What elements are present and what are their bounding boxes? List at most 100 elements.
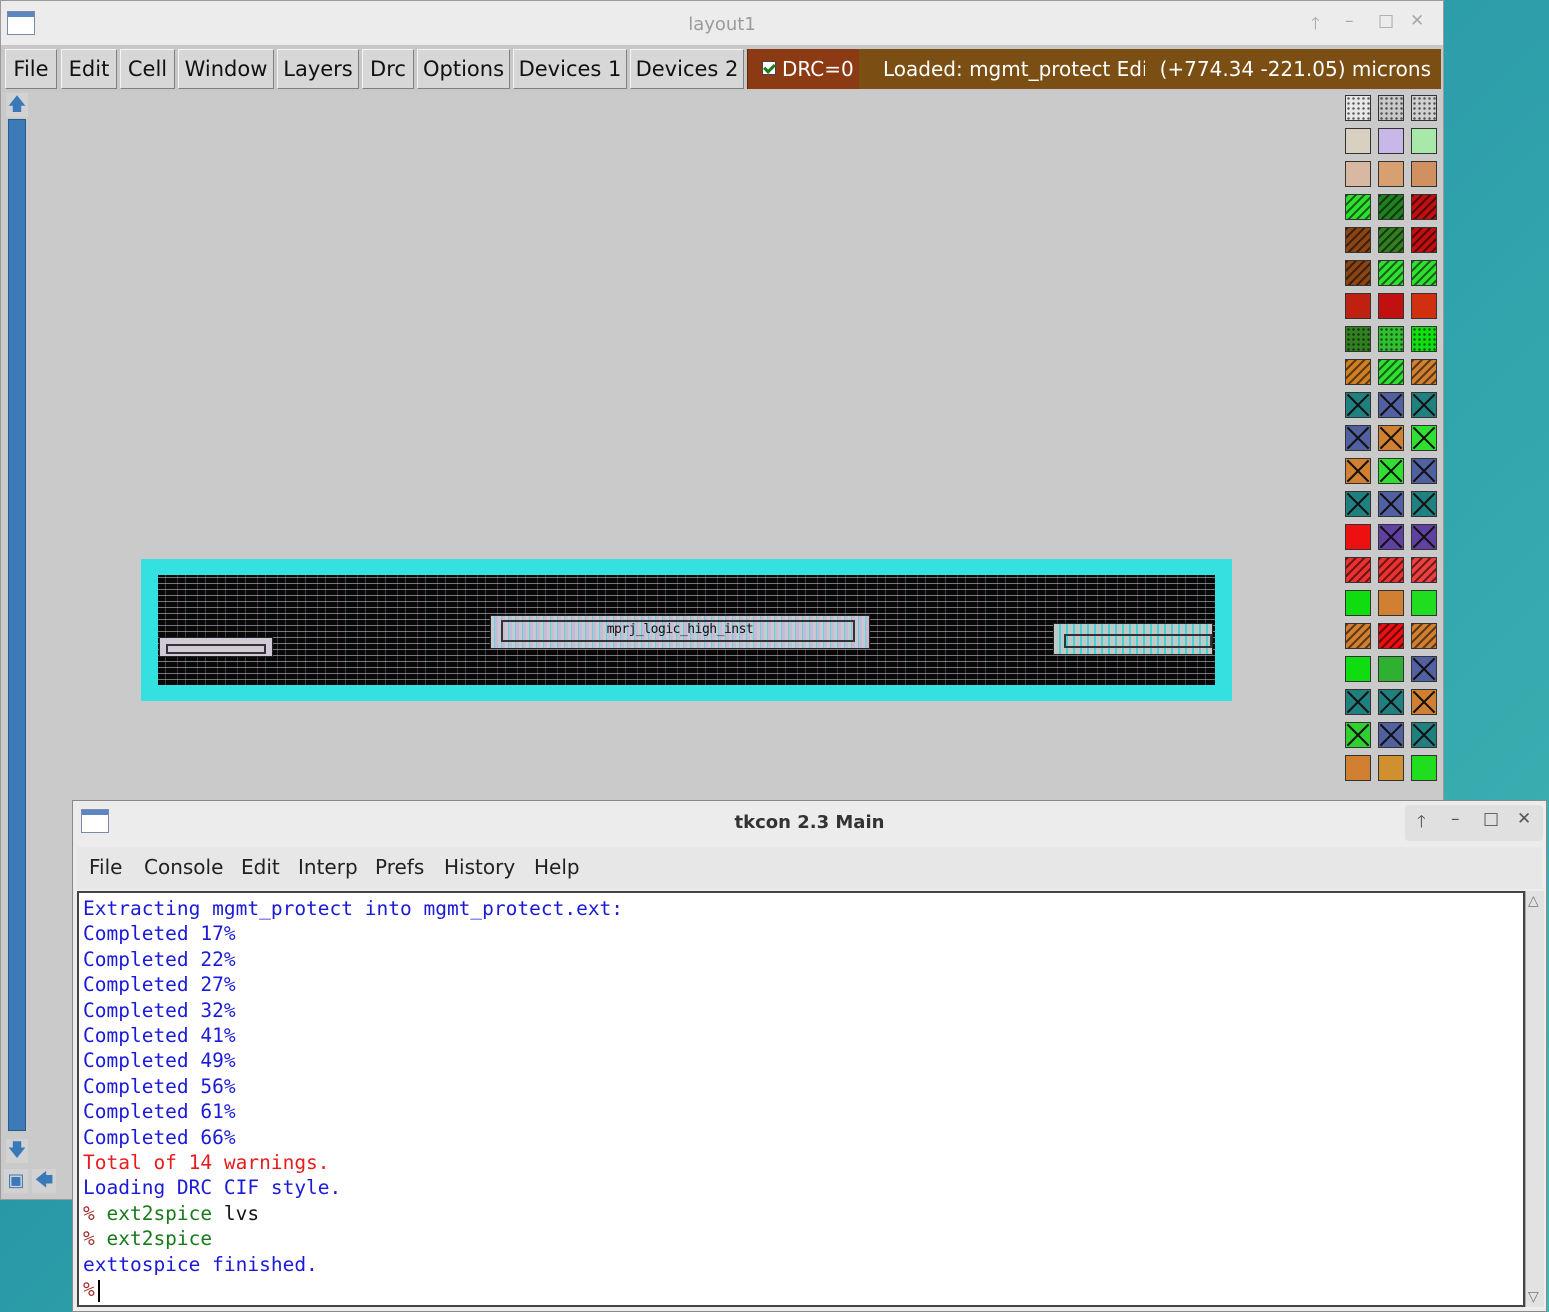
layer-swatch[interactable] [1345,161,1371,187]
layer-swatch[interactable] [1378,359,1404,385]
layer-swatch[interactable] [1345,194,1371,220]
maximize-icon[interactable]: □ [1378,11,1394,31]
layer-swatch[interactable] [1411,491,1437,517]
layer-swatch[interactable] [1411,557,1437,583]
layer-swatch[interactable] [1378,227,1404,253]
layer-swatch[interactable] [1411,689,1437,715]
drc-checkbox-icon[interactable] [762,61,776,75]
layer-swatch[interactable] [1411,293,1437,319]
layer-swatch[interactable] [1345,755,1371,781]
menu-file[interactable]: File [5,49,57,89]
layer-swatch[interactable] [1378,161,1404,187]
scrollbar-thumb[interactable] [8,119,26,1131]
scroll-left-arrow-icon[interactable]: 🡄 [32,1169,56,1193]
tkcon-keep-above-icon[interactable]: 🡑 [1417,809,1426,838]
layer-swatch[interactable] [1345,656,1371,682]
tkcon-window-title[interactable]: tkcon 2.3 Main [73,801,1546,845]
layer-swatch[interactable] [1345,260,1371,286]
tk-menu-console[interactable]: Console [144,855,223,879]
vertical-scrollbar[interactable]: 🡅 🡇 [6,93,28,1169]
tkcon-close-icon[interactable]: ✕ [1517,809,1531,829]
layer-swatch[interactable] [1345,128,1371,154]
layer-swatch[interactable] [1411,260,1437,286]
minimize-icon[interactable]: – [1345,11,1354,31]
layer-swatch[interactable] [1411,392,1437,418]
layer-swatch[interactable] [1378,623,1404,649]
layer-swatch[interactable] [1411,128,1437,154]
tkcon-maximize-icon[interactable]: □ [1483,809,1499,829]
tk-menu-file[interactable]: File [89,855,122,879]
console-scrollbar[interactable]: △ ▽ [1525,891,1544,1307]
layer-swatch[interactable] [1411,656,1437,682]
layer-swatch[interactable] [1378,689,1404,715]
layer-swatch[interactable] [1378,260,1404,286]
menu-layers[interactable]: Layers [277,49,359,89]
layer-swatch[interactable] [1411,458,1437,484]
center-subcell[interactable]: mprj_logic_high_inst [490,615,870,649]
layer-swatch[interactable] [1411,524,1437,550]
layer-swatch[interactable] [1411,359,1437,385]
layer-swatch[interactable] [1378,590,1404,616]
layer-swatch[interactable] [1378,755,1404,781]
tk-menu-prefs[interactable]: Prefs [375,855,424,879]
layer-swatch[interactable] [1345,293,1371,319]
layer-swatch[interactable] [1378,458,1404,484]
tk-menu-interp[interactable]: Interp [298,855,358,879]
tkcon-minimize-icon[interactable]: – [1451,809,1460,829]
layer-swatch[interactable] [1345,689,1371,715]
layer-swatch[interactable] [1411,227,1437,253]
layer-swatch[interactable] [1345,425,1371,451]
layer-swatch[interactable] [1345,590,1371,616]
layer-swatch[interactable] [1411,161,1437,187]
layer-swatch[interactable] [1378,194,1404,220]
layer-swatch[interactable] [1378,524,1404,550]
keep-above-icon[interactable]: 🡑 [1311,11,1320,40]
console-scroll-down-icon[interactable]: ▽ [1528,1289,1539,1305]
menu-cell[interactable]: Cell [120,49,175,89]
menu-devices-1[interactable]: Devices 1 [513,49,627,89]
menu-drc[interactable]: Drc [362,49,414,89]
layer-swatch[interactable] [1378,326,1404,352]
layer-swatch[interactable] [1411,623,1437,649]
layout-titlebar[interactable]: layout1 🡑 – □ ✕ [1,1,1443,46]
close-icon[interactable]: ✕ [1410,11,1424,31]
layer-swatch[interactable] [1345,359,1371,385]
console-input-line[interactable]: % [83,1278,100,1302]
layer-swatch[interactable] [1378,392,1404,418]
layer-swatch[interactable] [1345,524,1371,550]
layer-swatch[interactable] [1378,656,1404,682]
layer-swatch[interactable] [1345,722,1371,748]
layer-swatch[interactable] [1378,557,1404,583]
layer-swatch[interactable] [1345,623,1371,649]
menu-window[interactable]: Window [178,49,274,89]
layer-swatch[interactable] [1411,590,1437,616]
layer-swatch[interactable] [1345,326,1371,352]
scroll-up-arrow-icon[interactable]: 🡅 [6,93,28,117]
layer-swatch[interactable] [1345,392,1371,418]
layer-swatch[interactable] [1411,425,1437,451]
layer-swatch[interactable] [1378,128,1404,154]
layer-swatch[interactable] [1411,194,1437,220]
left-subcell[interactable] [159,637,273,657]
layer-swatch[interactable] [1411,722,1437,748]
layer-swatch[interactable] [1378,491,1404,517]
layer-swatch[interactable] [1411,755,1437,781]
right-subcell[interactable] [1053,623,1213,655]
layer-swatch[interactable] [1411,326,1437,352]
drc-toggle[interactable]: DRC=0 [747,49,859,89]
layer-swatch[interactable] [1378,293,1404,319]
layer-swatch[interactable] [1378,95,1404,121]
layer-swatch[interactable] [1345,557,1371,583]
layer-swatch[interactable] [1345,95,1371,121]
layer-swatch[interactable] [1411,95,1437,121]
layer-swatch[interactable] [1345,491,1371,517]
tk-menu-help[interactable]: Help [534,855,580,879]
layer-swatch[interactable] [1345,458,1371,484]
menu-devices-2[interactable]: Devices 2 [630,49,744,89]
console-output[interactable]: Extracting mgmt_protect into mgmt_protec… [77,891,1525,1307]
layer-swatch[interactable] [1378,722,1404,748]
tk-menu-history[interactable]: History [444,855,515,879]
zoom-box-icon[interactable]: ▣ [4,1169,28,1193]
tk-menu-edit[interactable]: Edit [241,855,280,879]
console-scroll-up-icon[interactable]: △ [1528,893,1539,909]
